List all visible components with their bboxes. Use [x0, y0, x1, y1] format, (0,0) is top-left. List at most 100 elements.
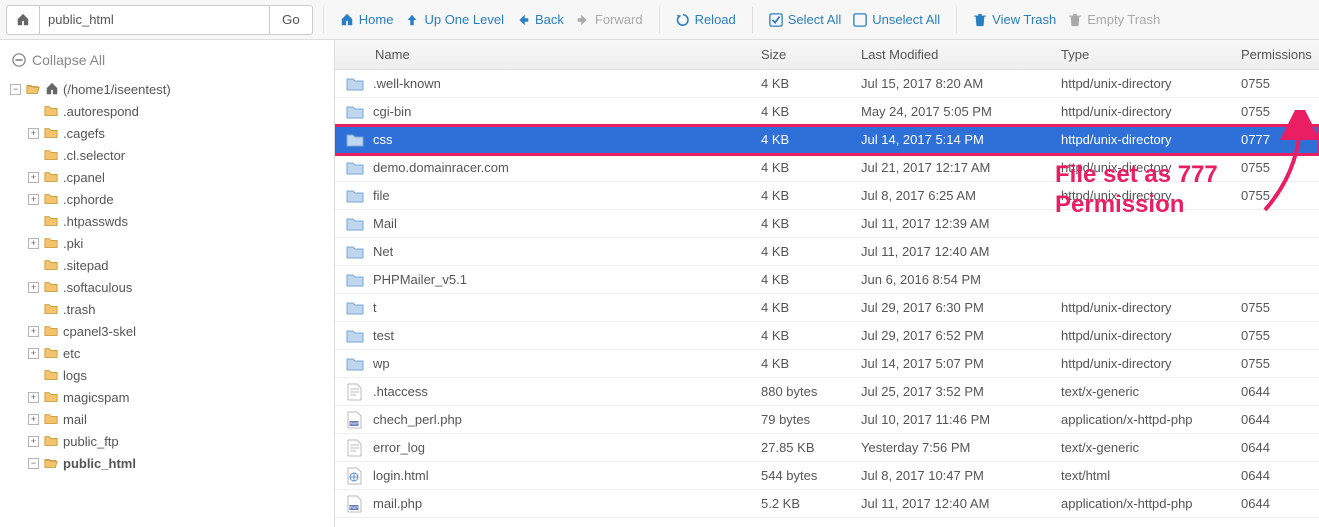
column-name-header[interactable]: Name [335, 47, 755, 62]
column-type-header[interactable]: Type [1055, 47, 1235, 62]
table-row[interactable]: wp4 KBJul 14, 2017 5:07 PMhttpd/unix-dir… [335, 350, 1319, 378]
select-all-link[interactable]: Select All [763, 12, 847, 27]
home-path-button[interactable] [6, 5, 40, 35]
table-row[interactable]: css4 KBJul 14, 2017 5:14 PMhttpd/unix-di… [335, 126, 1319, 154]
tree-item[interactable]: +cpanel3-skel [28, 320, 328, 342]
file-modified: Jul 29, 2017 6:30 PM [855, 300, 1055, 315]
file-size: 4 KB [755, 188, 855, 203]
tree-item[interactable]: +magicspam [28, 386, 328, 408]
tree-item[interactable]: + .cpanel [28, 166, 328, 188]
tree-item[interactable]: .htpasswds [28, 210, 328, 232]
table-row[interactable]: login.html544 bytesJul 8, 2017 10:47 PMt… [335, 462, 1319, 490]
checkbox-checked-icon [769, 13, 783, 27]
tree-item[interactable]: +.pki [28, 232, 328, 254]
table-row[interactable]: test4 KBJul 29, 2017 6:52 PMhttpd/unix-d… [335, 322, 1319, 350]
tree-item[interactable]: + mail [28, 408, 328, 430]
folder-icon [43, 302, 59, 316]
expand-toggle[interactable]: + [28, 392, 39, 403]
column-modified-header[interactable]: Last Modified [855, 47, 1055, 62]
table-row[interactable]: PHPMailer_v5.14 KBJun 6, 2016 8:54 PM [335, 266, 1319, 294]
tree-item[interactable]: +.cphorde [28, 188, 328, 210]
tree-item[interactable]: .trash [28, 298, 328, 320]
table-row[interactable]: error_log27.85 KBYesterday 7:56 PMtext/x… [335, 434, 1319, 462]
collapse-all-button[interactable]: Collapse All [10, 48, 328, 78]
folder-icon [43, 434, 59, 448]
expand-toggle[interactable]: + [28, 326, 39, 337]
file-size: 880 bytes [755, 384, 855, 399]
html-icon [345, 467, 365, 485]
file-size: 27.85 KB [755, 440, 855, 455]
tree-item[interactable]: .autorespond [28, 100, 328, 122]
up-label: Up One Level [424, 12, 504, 27]
reload-link[interactable]: Reload [670, 12, 742, 27]
empty-trash-link[interactable]: Empty Trash [1062, 12, 1166, 27]
expand-toggle[interactable]: + [28, 436, 39, 447]
unselect-all-link[interactable]: Unselect All [847, 12, 946, 27]
file-permissions: 0644 [1235, 384, 1319, 399]
column-size-header[interactable]: Size [755, 47, 855, 62]
go-button[interactable]: Go [270, 5, 313, 35]
tree-item-label: public_ftp [63, 434, 119, 449]
table-row[interactable]: Net4 KBJul 11, 2017 12:40 AM [335, 238, 1319, 266]
home-icon [340, 13, 354, 27]
file-type: httpd/unix-directory [1055, 104, 1235, 119]
tree-item-label: mail [63, 412, 87, 427]
tree-item-label: .cpanel [63, 170, 105, 185]
expand-toggle [28, 106, 39, 117]
table-row[interactable]: file4 KBJul 8, 2017 6:25 AMhttpd/unix-di… [335, 182, 1319, 210]
column-permissions-header[interactable]: Permissions [1235, 47, 1319, 62]
back-link[interactable]: Back [510, 12, 570, 27]
file-permissions: 0755 [1235, 300, 1319, 315]
table-row[interactable]: .htaccess880 bytesJul 25, 2017 3:52 PMte… [335, 378, 1319, 406]
file-size: 4 KB [755, 104, 855, 119]
view-trash-link[interactable]: View Trash [967, 12, 1062, 27]
expand-toggle[interactable]: + [28, 348, 39, 359]
tree-item[interactable]: −public_html [28, 452, 328, 474]
collapse-all-label: Collapse All [32, 52, 105, 68]
expand-toggle[interactable]: − [10, 84, 21, 95]
table-row[interactable]: demo.domainracer.com4 KBJul 21, 2017 12:… [335, 154, 1319, 182]
table-row[interactable]: chech_perl.php79 bytesJul 10, 2017 11:46… [335, 406, 1319, 434]
forward-label: Forward [595, 12, 643, 27]
expand-toggle[interactable]: + [28, 282, 39, 293]
home-link[interactable]: Home [334, 12, 400, 27]
tree-item[interactable]: .cl.selector [28, 144, 328, 166]
expand-toggle[interactable]: + [28, 128, 39, 139]
folder-icon [43, 126, 59, 140]
tree-item-label: .cl.selector [63, 148, 125, 163]
file-name: Mail [373, 216, 397, 231]
trash-icon [973, 13, 987, 27]
file-modified: Jul 11, 2017 12:40 AM [855, 496, 1055, 511]
view-trash-label: View Trash [992, 12, 1056, 27]
tree-item[interactable]: .sitepad [28, 254, 328, 276]
tree-item[interactable]: + public_ftp [28, 430, 328, 452]
sidebar-resize-handle[interactable] [328, 40, 334, 527]
expand-toggle[interactable]: + [28, 172, 39, 183]
home-icon [16, 13, 30, 27]
path-input[interactable] [40, 5, 270, 35]
up-one-level-link[interactable]: Up One Level [399, 12, 510, 27]
table-row[interactable]: .well-known4 KBJul 15, 2017 8:20 AMhttpd… [335, 70, 1319, 98]
table-row[interactable]: cgi-bin4 KBMay 24, 2017 5:05 PMhttpd/uni… [335, 98, 1319, 126]
file-type: httpd/unix-directory [1055, 160, 1235, 175]
tree-item[interactable]: +.softaculous [28, 276, 328, 298]
tree-item[interactable]: +.cagefs [28, 122, 328, 144]
separator [659, 7, 660, 33]
forward-link[interactable]: Forward [570, 12, 649, 27]
tree-item[interactable]: logs [28, 364, 328, 386]
tree-item[interactable]: +etc [28, 342, 328, 364]
table-row[interactable]: t4 KBJul 29, 2017 6:30 PMhttpd/unix-dire… [335, 294, 1319, 322]
expand-toggle[interactable]: − [28, 458, 39, 469]
table-row[interactable]: mail.php5.2 KBJul 11, 2017 12:40 AMappli… [335, 490, 1319, 518]
tree-item-label: .autorespond [63, 104, 139, 119]
file-modified: Jul 15, 2017 8:20 AM [855, 76, 1055, 91]
table-row[interactable]: Mail4 KBJul 11, 2017 12:39 AM [335, 210, 1319, 238]
folder-icon [43, 258, 59, 272]
expand-toggle[interactable]: + [28, 194, 39, 205]
expand-toggle[interactable]: + [28, 414, 39, 425]
file-modified: Jul 11, 2017 12:39 AM [855, 216, 1055, 231]
tree-root[interactable]: − (/home1/iseentest) [10, 78, 328, 100]
file-rows: .well-known4 KBJul 15, 2017 8:20 AMhttpd… [335, 70, 1319, 527]
file-modified: Yesterday 7:56 PM [855, 440, 1055, 455]
expand-toggle[interactable]: + [28, 238, 39, 249]
